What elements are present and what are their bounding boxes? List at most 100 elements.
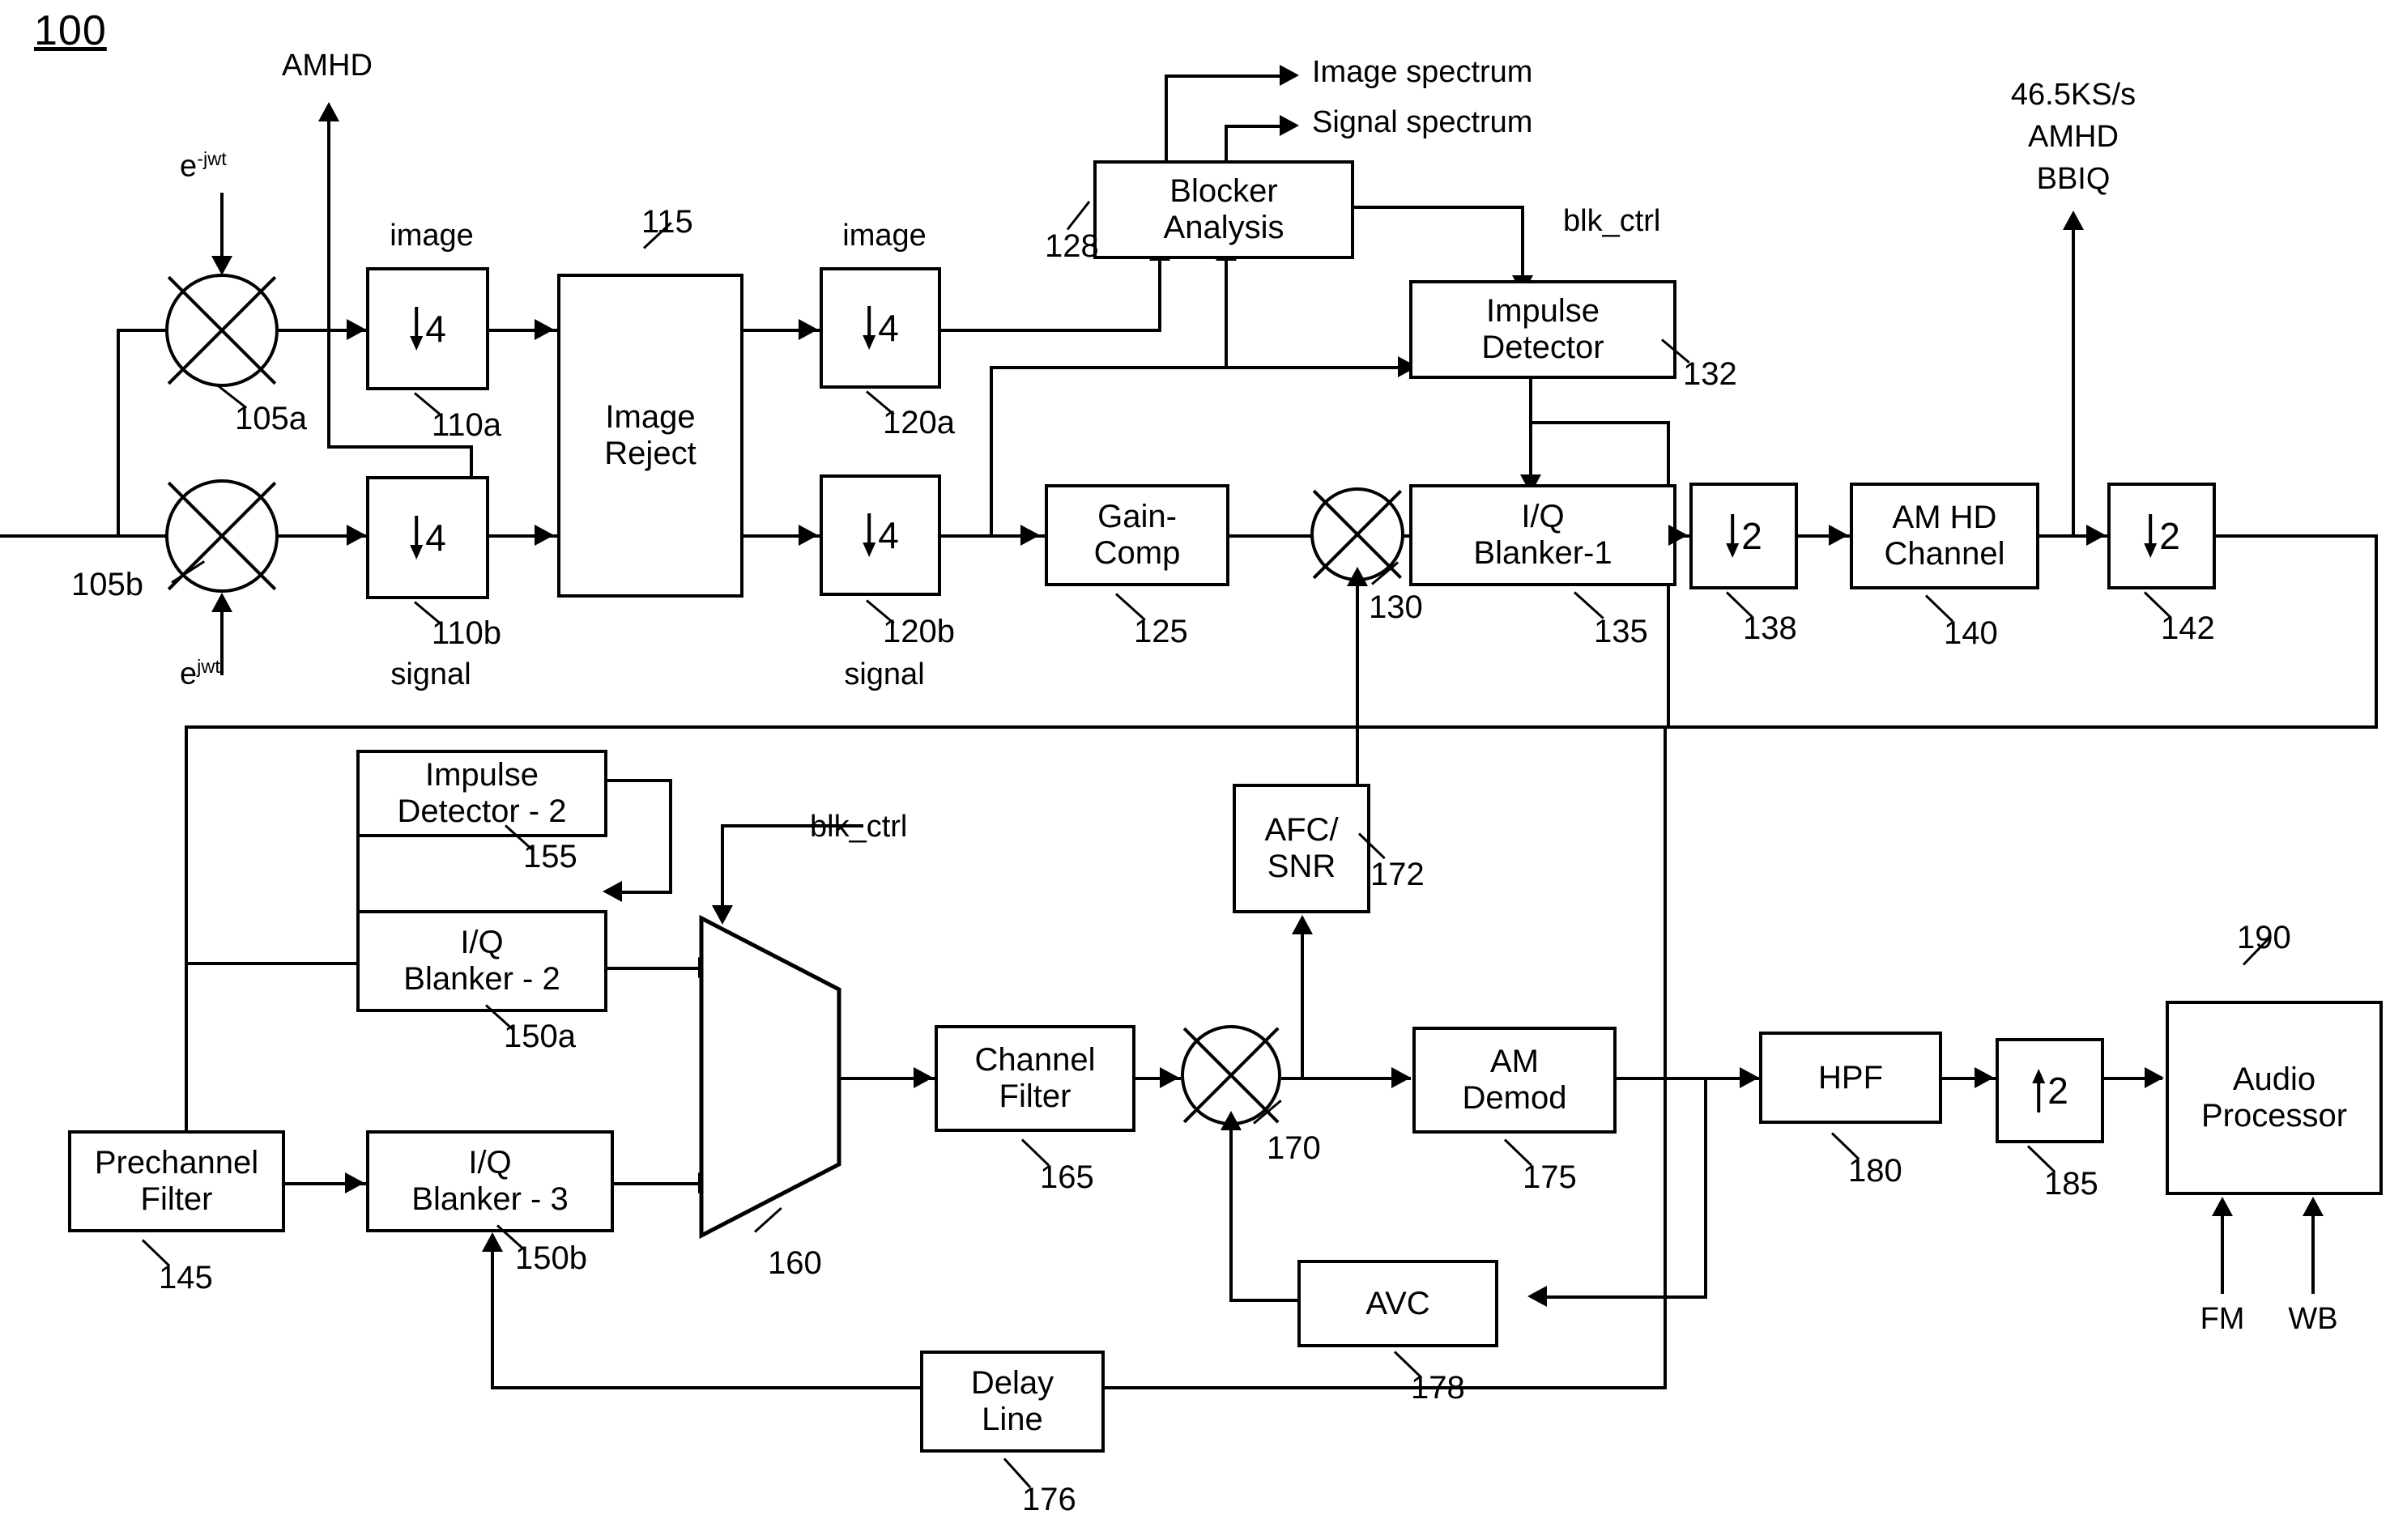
ref-160: 160 xyxy=(768,1245,822,1281)
arrow-lo-upper xyxy=(211,256,232,275)
block-hpf[interactable]: HPF xyxy=(1759,1032,1942,1124)
leader-125 xyxy=(1114,593,1146,621)
arrow-lo-lower xyxy=(211,593,232,612)
iq-blanker-2-line1: I/Q xyxy=(460,925,504,961)
diagram-canvas: 100 e-jwt ejwt 105a 105b image 4 110a AM… xyxy=(0,0,2407,1540)
label-output-rate: 46.5KS/s xyxy=(2010,78,2136,112)
iq-blanker-3-line2: Blanker - 3 xyxy=(411,1181,569,1217)
wire-image-spectrum-h xyxy=(1165,74,1284,78)
block-avc[interactable]: AVC xyxy=(1297,1260,1498,1347)
block-image-reject[interactable]: Image Reject xyxy=(557,274,743,598)
figure-number: 100 xyxy=(34,7,107,54)
leader-175 xyxy=(1503,1138,1533,1167)
wire-120b-up xyxy=(990,366,993,536)
block-iq-blanker-1[interactable]: I/Q Blanker-1 xyxy=(1409,484,1676,586)
decimator-110a-factor: 4 xyxy=(425,308,446,350)
arrow-fm-in xyxy=(2212,1197,2233,1216)
block-iq-blanker-2[interactable]: I/Q Blanker - 2 xyxy=(356,910,607,1012)
channel-filter-line1: Channel xyxy=(974,1042,1096,1078)
delay-line-line1: Delay xyxy=(970,1365,1054,1402)
impulse-detector-line1: Impulse xyxy=(1485,293,1600,330)
arrow-into-blanker3 xyxy=(345,1172,364,1193)
block-iq-blanker-3[interactable]: I/Q Blanker - 3 xyxy=(366,1130,614,1232)
ref-130: 130 xyxy=(1369,589,1423,625)
ref-110a: 110a xyxy=(432,407,502,443)
arrow-into-140 xyxy=(1829,525,1848,546)
block-impulse-detector-2[interactable]: Impulse Detector - 2 xyxy=(356,750,607,837)
iq-blanker-3-line1: I/Q xyxy=(468,1145,512,1181)
label-image-upper: image xyxy=(390,219,474,253)
block-prechannel-filter[interactable]: Prechannel Filter xyxy=(68,1130,285,1232)
wire-id-branch-to-delay xyxy=(1664,725,1667,1389)
ref-172: 172 xyxy=(1370,857,1425,892)
decimator-120b[interactable]: 4 xyxy=(820,474,941,596)
wire-signal-spectrum-h xyxy=(1225,125,1284,128)
leader-178 xyxy=(1393,1351,1423,1379)
leader-180 xyxy=(1830,1132,1860,1160)
arrow-into-110a xyxy=(347,319,366,340)
block-audio-processor[interactable]: Audio Processor xyxy=(2166,1001,2383,1195)
wire-to-afc xyxy=(1301,933,1304,1078)
arrow-into-amdemod xyxy=(1391,1067,1411,1088)
block-channel-filter[interactable]: Channel Filter xyxy=(935,1025,1135,1132)
am-hd-channel-line1: AM HD xyxy=(1892,500,1997,536)
label-output-name: AMHD xyxy=(2028,120,2119,154)
lo-upper-label: e-jwt xyxy=(180,148,227,184)
block-afc-snr[interactable]: AFC/ SNR xyxy=(1233,784,1370,913)
impulse-detector-line2: Detector xyxy=(1481,330,1604,365)
decimator-120a[interactable]: 4 xyxy=(820,267,941,389)
wire-bbiq-out xyxy=(2072,228,2075,536)
ref-150a: 150a xyxy=(504,1019,576,1054)
arrow-into-142 xyxy=(2086,525,2106,546)
impulse-detector-2-line2: Detector - 2 xyxy=(397,793,567,829)
wire-amhd-down-v xyxy=(470,445,473,479)
decimator-142[interactable]: 2 xyxy=(2107,483,2216,589)
block-delay-line[interactable]: Delay Line xyxy=(920,1351,1105,1453)
interpolator-185[interactable]: 2 xyxy=(1996,1038,2104,1143)
label-fm: FM xyxy=(2200,1302,2245,1336)
label-signal-lower: signal xyxy=(390,657,471,691)
decimator-110b[interactable]: 4 xyxy=(366,476,489,599)
leader-176 xyxy=(1003,1457,1032,1489)
ref-132: 132 xyxy=(1683,356,1737,392)
label-blk-ctrl-bottom: blk_ctrl xyxy=(810,810,908,844)
decimator-120b-factor: 4 xyxy=(878,514,899,556)
decimator-120a-factor: 4 xyxy=(878,307,899,349)
mixer-105a[interactable] xyxy=(165,274,279,387)
decimator-142-factor: 2 xyxy=(2159,515,2180,557)
wire-142-out xyxy=(2216,534,2378,538)
arrow-ir-bottom xyxy=(535,525,554,546)
arrow-blkctrl-into-mux xyxy=(712,905,733,925)
wire-loop-down-right xyxy=(2375,534,2378,729)
wire-120a-out xyxy=(941,329,1161,332)
block-am-demod[interactable]: AM Demod xyxy=(1412,1027,1617,1134)
arrow-afc-up xyxy=(1347,567,1368,586)
label-signal-mid: signal xyxy=(844,657,925,691)
multiplexer-160[interactable] xyxy=(698,915,842,1239)
block-blocker-analysis[interactable]: Blocker Analysis xyxy=(1093,160,1354,259)
arrow-bbiq-out xyxy=(2063,211,2084,230)
ref-120a: 120a xyxy=(883,405,955,440)
arrow-into-110b xyxy=(347,525,366,546)
am-hd-channel-line2: Channel xyxy=(1884,536,2005,572)
wire-delay-in-h xyxy=(1105,1386,1667,1389)
leader-135 xyxy=(1573,591,1604,619)
block-am-hd-channel[interactable]: AM HD Channel xyxy=(1850,483,2039,589)
decimator-138[interactable]: 2 xyxy=(1689,483,1798,589)
leader-142 xyxy=(2143,591,2171,619)
ref-128: 128 xyxy=(1045,228,1099,264)
leader-120a xyxy=(866,390,895,415)
iq-blanker-2-line2: Blanker - 2 xyxy=(403,961,560,997)
decimator-110a[interactable]: 4 xyxy=(366,267,489,390)
wire-lo-upper xyxy=(220,193,224,259)
arrow-into-hpf xyxy=(1740,1067,1759,1088)
audio-processor-line1: Audio xyxy=(2232,1061,2316,1098)
blocker-analysis-line2: Analysis xyxy=(1163,210,1284,245)
block-gain-comp[interactable]: Gain- Comp xyxy=(1045,484,1229,586)
wire-amhd-tap xyxy=(327,120,330,449)
leader-145 xyxy=(141,1239,171,1267)
block-impulse-detector[interactable]: Impulse Detector xyxy=(1409,280,1676,379)
leader-110b xyxy=(414,601,443,626)
decimator-110b-factor: 4 xyxy=(425,517,446,559)
leader-185 xyxy=(2026,1145,2056,1173)
